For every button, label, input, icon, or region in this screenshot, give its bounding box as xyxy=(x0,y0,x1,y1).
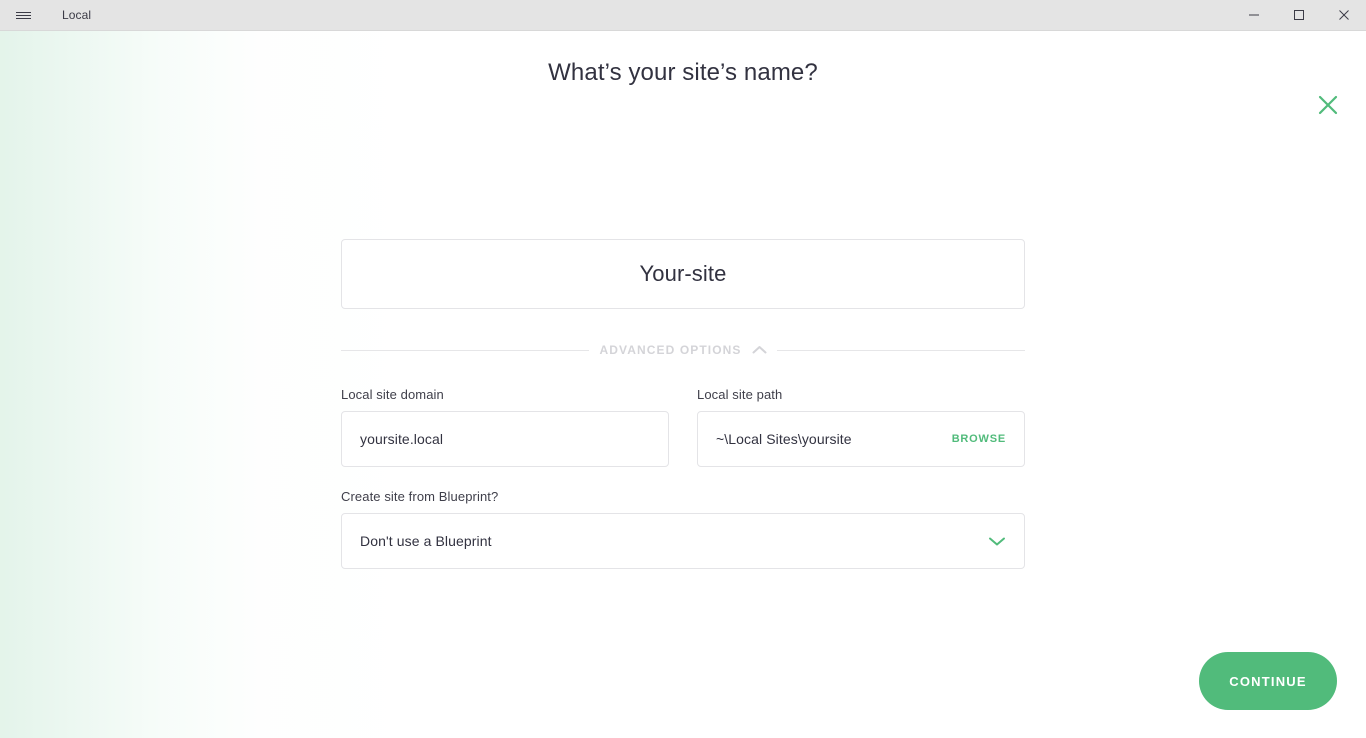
page-title: What’s your site’s name? xyxy=(548,59,818,86)
local-site-domain-input[interactable]: yoursite.local xyxy=(341,411,669,467)
site-name-input[interactable]: Your-site xyxy=(341,239,1025,309)
site-setup-form: Your-site ADVANCED OPTIONS Local site do… xyxy=(341,239,1025,569)
divider-line-right xyxy=(776,349,1025,351)
blueprint-group: Create site from Blueprint? Don't use a … xyxy=(341,489,1025,569)
window-controls xyxy=(1231,0,1366,31)
divider-line-left xyxy=(341,349,590,351)
local-site-path-value: ~\Local Sites\yoursite xyxy=(716,431,852,447)
minimize-icon[interactable] xyxy=(1231,0,1276,31)
browse-button[interactable]: BROWSE xyxy=(952,433,1006,445)
local-site-domain-group: Local site domain yoursite.local xyxy=(341,387,669,467)
domain-path-row: Local site domain yoursite.local Local s… xyxy=(341,387,1025,467)
chevron-down-icon xyxy=(988,535,1006,547)
hamburger-bar xyxy=(15,17,31,19)
continue-button[interactable]: CONTINUE xyxy=(1199,652,1337,710)
hamburger-bar xyxy=(15,14,31,16)
close-icon[interactable] xyxy=(1321,0,1366,31)
chevron-up-icon xyxy=(752,345,767,355)
local-site-path-label: Local site path xyxy=(697,387,783,402)
site-name-value: Your-site xyxy=(639,261,727,286)
blueprint-select[interactable]: Don't use a Blueprint xyxy=(341,513,1025,569)
local-site-domain-label: Local site domain xyxy=(341,387,444,402)
modal-close-icon[interactable] xyxy=(1312,89,1344,121)
local-site-path-input[interactable]: ~\Local Sites\yoursite BROWSE xyxy=(697,411,1025,467)
window-titlebar: Local xyxy=(0,0,1366,31)
blueprint-selected-value: Don't use a Blueprint xyxy=(360,533,492,549)
local-site-path-group: Local site path ~\Local Sites\yoursite B… xyxy=(697,387,1025,467)
advanced-options-label: ADVANCED OPTIONS xyxy=(599,343,742,357)
maximize-icon[interactable] xyxy=(1276,0,1321,31)
advanced-options-toggle[interactable]: ADVANCED OPTIONS xyxy=(341,341,1025,359)
app-title: Local xyxy=(62,8,92,22)
blueprint-label: Create site from Blueprint? xyxy=(341,489,499,504)
hamburger-menu-icon[interactable] xyxy=(0,0,46,31)
local-site-domain-value: yoursite.local xyxy=(360,431,444,447)
hamburger-bar xyxy=(15,11,31,13)
new-site-modal: What’s your site’s name? Your-site ADVAN… xyxy=(0,31,1366,738)
